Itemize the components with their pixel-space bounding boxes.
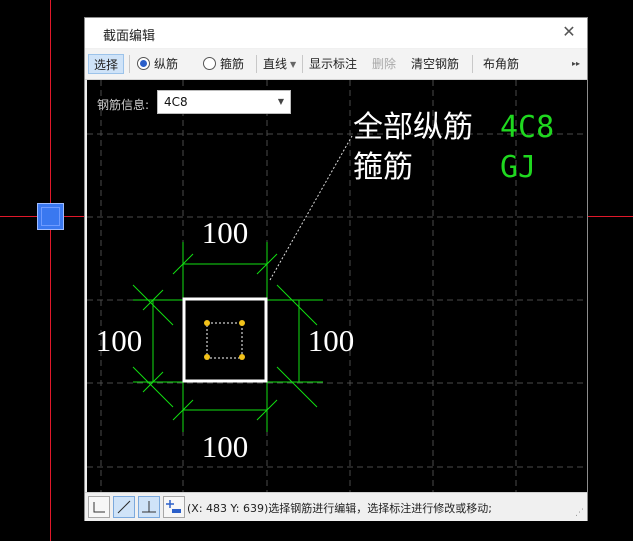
ortho-button[interactable] [88, 496, 110, 518]
select-button[interactable]: 选择 [88, 54, 124, 74]
toolbar-separator [302, 55, 303, 73]
show-dims-button[interactable]: 显示标注 [309, 54, 357, 74]
chevron-down-icon: ▼ [290, 59, 297, 69]
stirrup-radio[interactable]: 箍筋 [203, 54, 244, 74]
perpendicular-icon [142, 501, 156, 513]
stirrup-outline [206, 322, 243, 359]
stirrup-radio-label: 箍筋 [220, 57, 245, 71]
resize-grip-icon[interactable]: ⋰ [575, 508, 584, 518]
toolbar-separator [129, 55, 130, 73]
dim-text-bottom[interactable]: 100 [202, 429, 249, 464]
longitudinal-radio-label: 纵筋 [154, 57, 179, 71]
line-mode-label: 直线 [263, 57, 288, 71]
rebar-point [204, 354, 210, 360]
add-rebar-button[interactable] [163, 496, 185, 518]
toolbar-separator [472, 55, 473, 73]
toolbar-separator [256, 55, 257, 73]
dim-tick [276, 366, 318, 408]
dimension-lines [132, 242, 323, 432]
canvas-drawing: 100 100 100 100 全部纵筋 箍筋 4C8 GJ [87, 80, 587, 492]
rebar-point [204, 320, 210, 326]
legend-stirrup-label: 箍筋 [353, 150, 413, 185]
line-mode-dropdown[interactable]: 直线 ▼ [263, 54, 296, 74]
more-icon[interactable]: ▸▸ [572, 54, 580, 74]
chevron-down-icon: ▼ [277, 97, 284, 106]
dim-text-left[interactable]: 100 [96, 323, 143, 358]
rebar-info-select[interactable]: 4C8 ▼ [157, 90, 291, 114]
radio-checked-icon [137, 57, 150, 70]
legend-stirrup-value[interactable]: GJ [500, 150, 536, 185]
section-outline [182, 297, 268, 383]
dim-text-right[interactable]: 100 [308, 323, 355, 358]
legend-longitudinal-label: 全部纵筋 [353, 110, 473, 145]
dim-text-top[interactable]: 100 [202, 215, 249, 250]
rebar-points [204, 320, 245, 360]
close-icon[interactable]: ✕ [559, 22, 579, 42]
section-edit-dialog: 截面编辑 ✕ 选择 纵筋 箍筋 直线▼ 显示标注 删除 清空钢筋 布角筋 ▸▸ [84, 17, 588, 521]
rebar-info-value: 4C8 [164, 95, 188, 109]
diagonal-line-icon [117, 500, 131, 514]
rebar-point [239, 354, 245, 360]
rebar-info-label: 钢筋信息: [97, 98, 150, 112]
status-message: (X: 483 Y: 639)选择钢筋进行编辑，选择标注进行修改或移动; [187, 502, 492, 515]
perpendicular-button[interactable] [138, 496, 160, 518]
legend-longitudinal-value[interactable]: 4C8 [500, 110, 554, 145]
status-bar: (X: 483 Y: 639)选择钢筋进行编辑，选择标注进行修改或移动; ⋰ [85, 492, 587, 521]
grip-handle[interactable] [37, 203, 64, 230]
toolbar: 选择 纵筋 箍筋 直线 ▼ 显示标注 删除 清空钢筋 布角筋 ▸▸ [85, 49, 587, 80]
crosshair-vertical [50, 0, 51, 541]
drawing-canvas[interactable]: 100 100 100 100 全部纵筋 箍筋 4C8 GJ 钢筋信息: 4C8… [87, 80, 587, 492]
ortho-icon [93, 502, 105, 513]
corner-rebar-button[interactable]: 布角筋 [483, 54, 519, 74]
line-draw-button[interactable] [113, 496, 135, 518]
radio-unchecked-icon [203, 57, 216, 70]
leader-line [269, 135, 353, 281]
dim-tick [276, 284, 318, 326]
dialog-title: 截面编辑 [103, 29, 156, 44]
longitudinal-radio[interactable]: 纵筋 [137, 54, 178, 74]
clear-rebar-button[interactable]: 清空钢筋 [411, 54, 459, 74]
rebar-point [239, 320, 245, 326]
title-bar: 截面编辑 ✕ [85, 18, 587, 48]
delete-button[interactable]: 删除 [372, 54, 396, 74]
add-rebar-icon [166, 500, 181, 513]
